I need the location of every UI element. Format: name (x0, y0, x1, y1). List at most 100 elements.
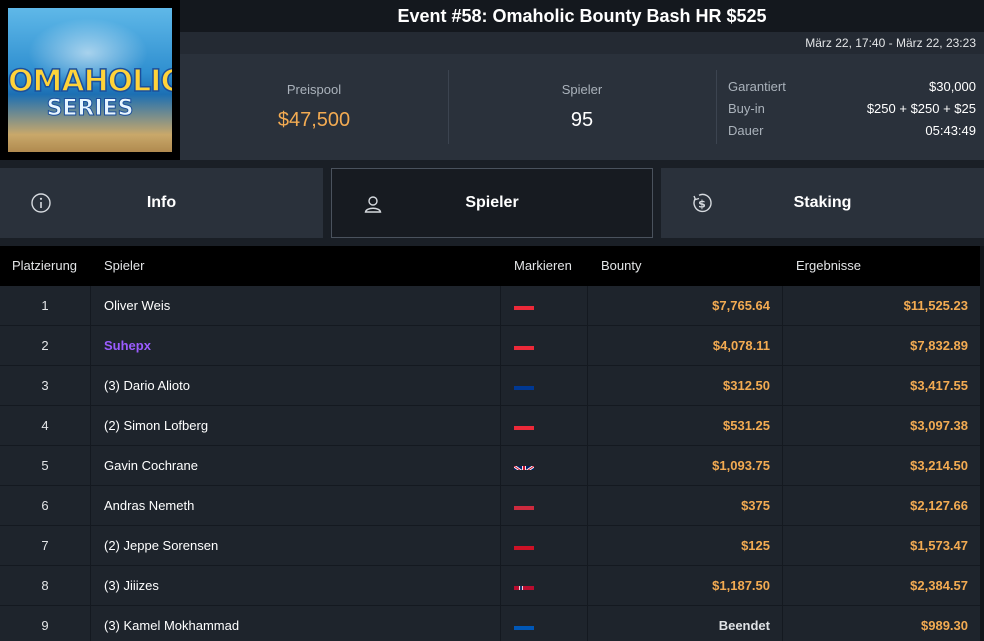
duration-value: 05:43:49 (925, 123, 976, 138)
flag-cell (501, 326, 588, 365)
players-label: Spieler (561, 82, 603, 97)
place-cell: 1 (0, 286, 91, 325)
result-cell: $1,573.47 (910, 538, 968, 553)
bounty-cell: $1,093.75 (588, 446, 783, 485)
bounty-cell: $4,078.11 (588, 326, 783, 365)
result-cell: $3,417.55 (910, 378, 968, 393)
bounty-cell: $7,765.64 (588, 286, 783, 325)
players-value: 95 (570, 109, 594, 131)
player-name[interactable]: (2) Simon Lofberg (91, 406, 501, 445)
player-name[interactable]: Andras Nemeth (91, 486, 501, 525)
result-cell: $11,525.23 (903, 298, 968, 313)
austria-flag-icon (514, 296, 534, 310)
table-row[interactable]: 6 Andras Nemeth $375 $2,127.66 (0, 486, 980, 526)
players-stat: Spieler 95 (448, 54, 716, 160)
flag-cell (501, 366, 588, 405)
guaranteed-row: Garantiert $30,000 (728, 76, 976, 98)
place-cell: 7 (0, 526, 91, 565)
results-table: Platzierung Spieler Markieren Bounty Erg… (0, 246, 980, 641)
prizepool-value: $47,500 (277, 109, 351, 131)
player-name[interactable]: Suhepx (91, 326, 501, 365)
player-name[interactable]: (3) Dario Alioto (91, 366, 501, 405)
svg-text:$: $ (698, 198, 706, 211)
united-kingdom-flag-icon (514, 456, 534, 470)
scrollbar[interactable] (980, 246, 984, 641)
table-row[interactable]: 2 Suhepx $4,078.11 $7,832.89 (0, 326, 980, 366)
table-row[interactable]: 8 (3) Jiiizes $1,187.50 $2,384.57 (0, 566, 980, 606)
event-stats-panel: Preispool $47,500 Spieler 95 Garantiert … (180, 54, 984, 160)
table-row[interactable]: 4 (2) Simon Lofberg $531.25 $3,097.38 (0, 406, 980, 446)
flag-cell (501, 486, 588, 525)
tab-info[interactable]: Info (0, 168, 323, 238)
header-flag[interactable]: Markieren (514, 246, 572, 286)
tab-bar: Info Spieler $ Staking (0, 168, 984, 238)
duration-row: Dauer 05:43:49 (728, 120, 976, 142)
flag-cell (501, 526, 588, 565)
table-row[interactable]: 7 (2) Jeppe Sorensen $125 $1,573.47 (0, 526, 980, 566)
event-dates: März 22, 17:40 - März 22, 23:23 (180, 32, 984, 54)
bounty-cell: Beendet (588, 606, 783, 641)
buyin-label: Buy-in (728, 101, 765, 116)
flag-cell (501, 606, 588, 641)
result-cell: $3,214.50 (910, 458, 968, 473)
prizepool-label: Preispool (286, 82, 342, 97)
guaranteed-label: Garantiert (728, 79, 786, 94)
bounty-cell: $375 (588, 486, 783, 525)
logo-text-omaholic: OMAHOLIC (8, 63, 172, 100)
tab-spieler[interactable]: Spieler (331, 168, 653, 238)
duration-label: Dauer (728, 123, 764, 138)
player-name[interactable]: (2) Jeppe Sorensen (91, 526, 501, 565)
result-cell: $2,127.66 (910, 498, 968, 513)
place-cell: 2 (0, 326, 91, 365)
event-title: Event #58: Omaholic Bounty Bash HR $525 (180, 0, 984, 32)
tab-staking[interactable]: $ Staking (661, 168, 984, 238)
table-row[interactable]: 9 (3) Kamel Mokhammad Beendet $989.30 (0, 606, 980, 641)
user-icon (364, 196, 382, 213)
series-logo-image: OMAHOLIC SERIES (8, 8, 172, 152)
table-row[interactable]: 1 Oliver Weis $7,765.64 $11,525.23 (0, 286, 980, 326)
player-name[interactable]: (3) Jiiizes (91, 566, 501, 605)
result-cell: $3,097.38 (910, 418, 968, 433)
place-cell: 4 (0, 406, 91, 445)
buyin-value: $250 + $250 + $25 (866, 101, 976, 116)
flag-cell (501, 406, 588, 445)
hungary-flag-icon (514, 496, 534, 510)
result-cell: $989.30 (921, 618, 968, 633)
result-cell: $2,384.57 (910, 578, 968, 593)
table-body: 1 Oliver Weis $7,765.64 $11,525.23 2 Suhepx $4… (0, 286, 980, 641)
bounty-cell: $1,187.50 (588, 566, 783, 605)
bounty-cell: $125 (588, 526, 783, 565)
player-name[interactable]: Gavin Cochrane (91, 446, 501, 485)
divider (716, 70, 717, 144)
place-cell: 6 (0, 486, 91, 525)
logo-text-series: SERIES (46, 96, 134, 122)
norway-flag-icon (514, 576, 534, 590)
bounty-cell: $531.25 (588, 406, 783, 445)
bounty-cell: $312.50 (588, 366, 783, 405)
flag-cell (501, 566, 588, 605)
dollar-coin-icon: $ (693, 193, 712, 213)
event-logo: OMAHOLIC SERIES (0, 0, 180, 160)
player-name[interactable]: (3) Kamel Mokhammad (91, 606, 501, 641)
austria-flag-icon (514, 336, 534, 350)
buyin-row: Buy-in $250 + $250 + $25 (728, 98, 976, 120)
header-result[interactable]: Ergebnisse (796, 246, 861, 286)
table-row[interactable]: 3 (3) Dario Alioto $312.50 $3,417.55 (0, 366, 980, 406)
guaranteed-value: $30,000 (929, 79, 976, 94)
monaco-flag-icon (514, 536, 534, 550)
table-row[interactable]: 5 Gavin Cochrane $1,093.75 $3,214.50 (0, 446, 980, 486)
header-bounty[interactable]: Bounty (601, 246, 641, 286)
austria-flag-icon (514, 416, 534, 430)
cape-verde-flag-icon (514, 376, 534, 390)
flag-cell (501, 286, 588, 325)
header-place[interactable]: Platzierung (12, 246, 77, 286)
place-cell: 3 (0, 366, 91, 405)
prizepool-stat: Preispool $47,500 (180, 54, 448, 160)
result-cell: $7,832.89 (910, 338, 968, 353)
table-header: Platzierung Spieler Markieren Bounty Erg… (0, 246, 980, 286)
header-player[interactable]: Spieler (104, 246, 144, 286)
player-name[interactable]: Oliver Weis (91, 286, 501, 325)
flag-cell (501, 446, 588, 485)
place-cell: 8 (0, 566, 91, 605)
ukraine-flag-icon (514, 616, 534, 630)
